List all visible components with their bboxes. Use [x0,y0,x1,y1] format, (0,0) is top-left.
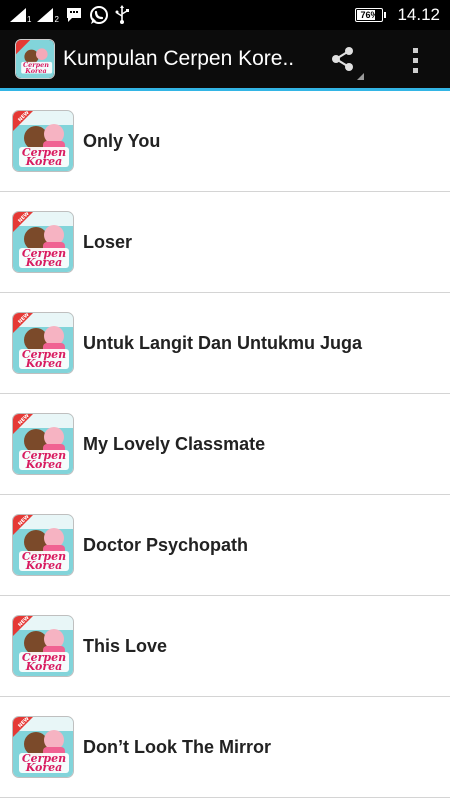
thumb-line2: Korea [25,458,63,471]
thumb-line2: Korea [25,660,63,673]
thumb-line2: Korea [25,559,63,572]
story-list-item[interactable]: NEW Cerpen Korea Untuk Langit Dan Untukm… [0,293,450,394]
status-left: 1 2 [10,5,129,25]
sim2-label: 2 [54,15,59,24]
signal-sim1: 1 [10,8,32,24]
more-vert-icon-dot [412,67,418,73]
share-dropdown-indicator [357,73,364,80]
action-bar: Cerpen Korea Kumpulan Cerpen Kore.. [0,30,450,88]
story-list-item[interactable]: NEW Cerpen Korea Doctor Psychopath [0,495,450,596]
thumb-line2: Korea [25,357,63,370]
story-title: Only You [83,130,161,151]
story-thumbnail: NEW Cerpen Korea [12,716,74,778]
app-logo-icon: Cerpen Korea [16,40,54,78]
story-thumbnail-icon: NEW Cerpen Korea [13,717,73,777]
story-thumbnail-icon: NEW Cerpen Korea [13,414,73,474]
story-thumbnail: NEW Cerpen Korea [12,110,74,172]
story-title: Loser [83,231,133,252]
overflow-menu-button[interactable] [400,40,430,80]
thumb-line2: Korea [25,256,63,269]
clock: 14.12 [397,5,440,24]
story-list-item[interactable]: NEW Cerpen Korea Don’t Look The Mirror [0,697,450,798]
battery-percent: 76% [360,10,379,20]
thumb-line2: Korea [25,155,63,168]
story-list-item[interactable]: NEW Cerpen Korea Loser [0,192,450,293]
message-icon [65,6,83,24]
story-list: NEW Cerpen Korea Only You NEW Cerpen Kor… [0,91,450,798]
story-thumbnail-icon: NEW Cerpen Korea [13,111,73,171]
signal-icon [37,8,54,22]
story-title: Untuk Langit Dan Untukmu Juga [83,332,362,353]
story-list-item[interactable]: NEW Cerpen Korea Only You [0,91,450,192]
app-icon[interactable]: Cerpen Korea [15,39,55,79]
story-thumbnail: NEW Cerpen Korea [12,615,74,677]
sim1-label: 1 [27,15,32,24]
story-thumbnail: NEW Cerpen Korea [12,514,74,576]
story-thumbnail: NEW Cerpen Korea [12,312,74,374]
app-title: Kumpulan Cerpen Kore.. [63,47,295,70]
usb-icon [115,5,129,25]
svg-text:Korea: Korea [24,67,46,75]
story-list-item[interactable]: NEW Cerpen Korea This Love [0,596,450,697]
battery-icon: 76% [355,8,387,22]
story-thumbnail: NEW Cerpen Korea [12,413,74,475]
story-thumbnail-icon: NEW Cerpen Korea [13,212,73,272]
whatsapp-icon [89,5,109,25]
signal-sim2: 2 [37,8,59,24]
signal-icon [10,8,26,22]
more-vert-icon-dot [412,57,418,63]
status-right: 76% 14.12 [355,5,440,25]
story-list-item[interactable]: NEW Cerpen Korea My Lovely Classmate [0,394,450,495]
story-thumbnail-icon: NEW Cerpen Korea [13,313,73,373]
story-title: Doctor Psychopath [83,534,249,555]
story-thumbnail-icon: NEW Cerpen Korea [13,515,73,575]
share-button[interactable] [320,40,366,82]
story-title: Don’t Look The Mirror [83,736,271,757]
story-title: This Love [83,635,168,656]
story-thumbnail-icon: NEW Cerpen Korea [13,616,73,676]
story-thumbnail: NEW Cerpen Korea [12,211,74,273]
share-icon [330,46,356,77]
story-title: My Lovely Classmate [83,433,266,454]
thumb-line2: Korea [25,761,63,774]
more-vert-icon-dot [412,47,418,53]
status-bar: 1 2 76% 14.12 [0,0,450,30]
